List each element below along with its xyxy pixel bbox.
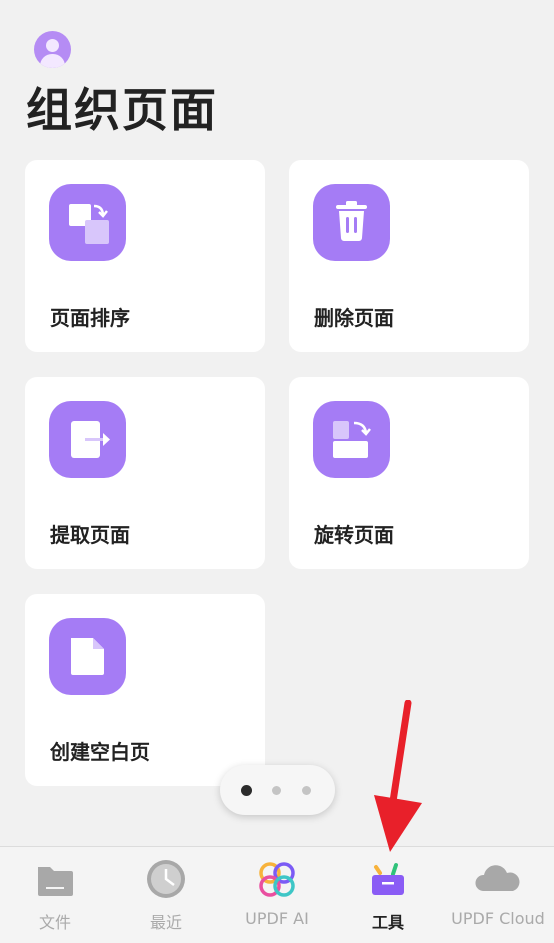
nav-item-tools[interactable]: 工具 — [333, 847, 443, 943]
page-dot[interactable] — [272, 786, 281, 795]
page-title: 组织页面 — [26, 83, 218, 137]
bottom-nav: 文件 最近 UPDF AI 工具 UPDF Cloud — [0, 846, 554, 943]
rotate-page-icon — [313, 401, 390, 478]
page-indicator[interactable] — [220, 765, 335, 815]
card-extract-pages[interactable]: 提取页面 — [25, 377, 265, 569]
nav-label: 文件 — [38, 913, 71, 932]
folder-icon — [38, 867, 73, 896]
card-reorder-pages[interactable]: 页面排序 — [25, 160, 265, 352]
nav-item-updf-cloud[interactable]: UPDF Cloud — [443, 847, 553, 943]
nav-item-files[interactable]: 文件 — [0, 847, 110, 943]
card-label: 旋转页面 — [314, 523, 394, 547]
card-label: 提取页面 — [50, 523, 130, 547]
cloud-icon — [475, 865, 520, 891]
card-rotate-pages[interactable]: 旋转页面 — [289, 377, 529, 569]
trash-icon — [313, 184, 390, 261]
blank-page-icon — [49, 618, 126, 695]
card-label: 页面排序 — [50, 306, 130, 330]
nav-label: 最近 — [149, 913, 182, 932]
card-label: 创建空白页 — [50, 740, 150, 764]
extract-page-icon — [49, 401, 126, 478]
avatar-head — [46, 39, 59, 52]
nav-label: UPDF AI — [245, 909, 309, 928]
avatar-body — [40, 54, 65, 68]
updf-ai-icon — [259, 862, 295, 897]
nav-label: UPDF Cloud — [451, 909, 545, 928]
card-label: 删除页面 — [314, 306, 394, 330]
page-dot-active[interactable] — [241, 785, 252, 796]
card-create-blank-page[interactable]: 创建空白页 — [25, 594, 265, 786]
page-dot[interactable] — [302, 786, 311, 795]
toolbox-icon — [372, 863, 404, 895]
nav-item-recent[interactable]: 最近 — [111, 847, 221, 943]
card-delete-pages[interactable]: 删除页面 — [289, 160, 529, 352]
annotation-arrow-icon — [374, 700, 422, 852]
clock-icon — [147, 860, 185, 898]
nav-label: 工具 — [371, 913, 404, 932]
nav-item-updf-ai[interactable]: UPDF AI — [222, 847, 332, 943]
reorder-pages-icon — [49, 184, 126, 261]
avatar[interactable] — [34, 31, 71, 68]
